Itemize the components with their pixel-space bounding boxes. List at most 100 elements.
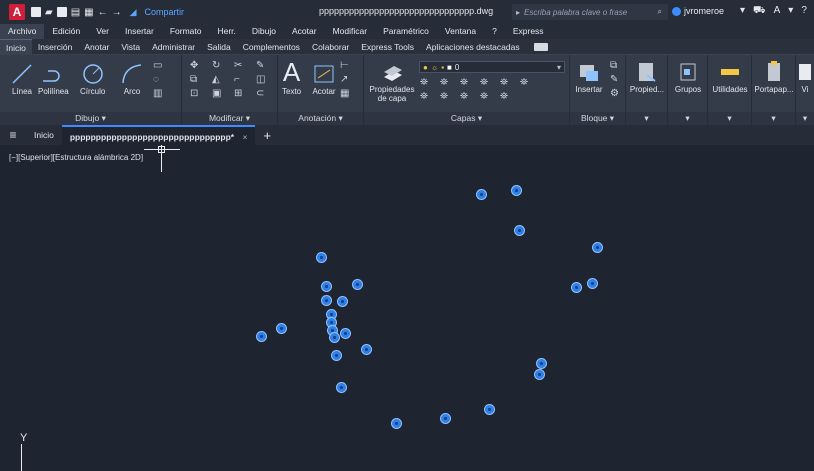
plot-icon[interactable]: ▦ [84, 7, 93, 18]
layer-tool-1-icon[interactable]: ⛯ [420, 77, 434, 88]
array-icon[interactable]: ⊞ [234, 88, 250, 99]
panel-label-utilities[interactable]: ▾ [708, 112, 751, 125]
layer-tool-10-icon[interactable]: ⛯ [480, 91, 494, 102]
point-marker[interactable] [361, 344, 372, 355]
erase-icon[interactable]: ✎ [256, 60, 272, 71]
point-marker[interactable] [536, 358, 547, 369]
panel-label-capas[interactable]: Capas ▾ [364, 112, 569, 125]
save-as-icon[interactable]: ▤ [71, 7, 80, 18]
close-icon[interactable]: × [242, 132, 247, 142]
tab-complementos[interactable]: Complementos [237, 39, 306, 55]
move-icon[interactable]: ✥ [190, 60, 206, 71]
menu-ventana[interactable]: Ventana [437, 24, 484, 39]
edit-block-icon[interactable]: ✎ [610, 74, 619, 85]
autodesk-icon[interactable]: A [774, 5, 781, 18]
point-marker[interactable] [571, 282, 582, 293]
share-button[interactable]: Compartir [145, 7, 185, 17]
search-box[interactable]: ▸ Escriba palabra clave o frase ⌕ [512, 4, 668, 20]
point-marker[interactable] [331, 350, 342, 361]
mirror-icon[interactable]: ◭ [212, 74, 228, 85]
panel-label-bloque[interactable]: Bloque ▾ [570, 112, 625, 125]
menu-parametrico[interactable]: Paramétrico [375, 24, 437, 39]
save-icon[interactable] [56, 7, 67, 17]
point-marker[interactable] [592, 242, 603, 253]
clipboard-tool[interactable]: Portapap... [752, 59, 796, 94]
tab-salida[interactable]: Salida [201, 39, 237, 55]
undo-icon[interactable]: ← [98, 7, 108, 18]
point-marker[interactable] [321, 295, 332, 306]
point-marker[interactable] [484, 404, 495, 415]
rotate-icon[interactable]: ↻ [212, 60, 228, 71]
leader-icon[interactable]: ↗ [340, 74, 349, 85]
panel-label-anotacion[interactable]: Anotación ▾ [278, 112, 363, 125]
ribbon-options-icon[interactable] [533, 42, 548, 51]
menu-icon[interactable]: ≡ [0, 128, 26, 142]
point-marker[interactable] [391, 418, 402, 429]
tab-anotar[interactable]: Anotar [78, 39, 115, 55]
tab-administrar[interactable]: Administrar [146, 39, 201, 55]
menu-formato[interactable]: Formato [162, 24, 210, 39]
properties-tool[interactable]: Propied... [626, 59, 668, 94]
point-marker[interactable] [352, 279, 363, 290]
new-tab-icon[interactable]: + [263, 128, 271, 143]
point-marker[interactable] [534, 369, 545, 380]
linear-dim-icon[interactable]: ⊢ [340, 60, 349, 71]
point-marker[interactable] [440, 413, 451, 424]
layer-tool-11-icon[interactable]: ⛯ [500, 91, 514, 102]
view-tool[interactable]: Vi [796, 59, 814, 94]
layer-tool-8-icon[interactable]: ⛯ [440, 91, 454, 102]
panel-label-clipboard[interactable]: ▾ [752, 112, 795, 125]
tab-inicio[interactable]: Inicio [0, 38, 32, 55]
hatch-icon[interactable]: ▥ [153, 88, 162, 99]
table-icon[interactable]: ▦ [340, 88, 349, 99]
point-marker[interactable] [256, 331, 267, 342]
layer-dropdown[interactable]: ● ☼ ▪ ■ 0 ▾ [419, 61, 565, 73]
point-marker[interactable] [329, 332, 340, 343]
dropdown-icon[interactable]: ▾ [740, 5, 745, 18]
point-marker[interactable] [336, 382, 347, 393]
groups-tool[interactable]: Grupos [668, 59, 708, 94]
utilities-tool[interactable]: Utilidades [708, 59, 752, 94]
point-marker[interactable] [340, 328, 351, 339]
point-marker[interactable] [337, 296, 348, 307]
layer-tool-6-icon[interactable]: ⛯ [520, 77, 534, 88]
tab-express-tools[interactable]: Express Tools [355, 39, 420, 55]
panel-label-groups[interactable]: ▾ [668, 112, 707, 125]
new-icon[interactable] [31, 7, 41, 17]
panel-label-modificar[interactable]: Modificar ▾ [182, 112, 277, 125]
search-icon[interactable]: ⌕ [658, 7, 662, 17]
tab-insercion[interactable]: Inserción [32, 39, 79, 55]
panel-label-properties[interactable]: ▾ [626, 112, 667, 125]
menu-herr[interactable]: Herr. [209, 24, 243, 39]
redo-icon[interactable]: → [112, 7, 122, 18]
menu-modificar[interactable]: Modificar [325, 24, 375, 39]
layer-tool-4-icon[interactable]: ⛯ [480, 77, 494, 88]
layer-tool-9-icon[interactable]: ⛯ [460, 91, 474, 102]
point-marker[interactable] [587, 278, 598, 289]
help-icon[interactable]: ? [801, 5, 807, 18]
offset-icon[interactable]: ⊂ [256, 88, 272, 99]
tab-active-drawing[interactable]: ppppppppppppppppppppppppppppppp* × [61, 125, 256, 145]
polyline-tool[interactable]: Polilínea [38, 61, 69, 96]
line-tool[interactable]: Línea [10, 61, 34, 96]
fillet-icon[interactable]: ⌐ [234, 74, 250, 85]
insert-tool[interactable]: Insertar [570, 59, 608, 94]
stretch-icon[interactable]: ⊡ [190, 88, 206, 99]
point-marker[interactable] [476, 189, 487, 200]
layer-properties-tool[interactable]: Propiedades de capa [368, 59, 416, 103]
dimension-tool[interactable]: Acotar [312, 61, 336, 96]
layer-tool-2-icon[interactable]: ⛯ [440, 77, 454, 88]
share-icon[interactable]: ◢ [130, 7, 137, 18]
tab-colaborar[interactable]: Colaborar [306, 39, 355, 55]
menu-dibujo[interactable]: Dibujo [244, 24, 284, 39]
panel-label-dibujo[interactable]: Dibujo ▾ [0, 112, 181, 125]
layer-tool-3-icon[interactable]: ⛯ [460, 77, 474, 88]
app-menu-button[interactable]: A [9, 4, 25, 20]
scale-icon[interactable]: ▣ [212, 88, 228, 99]
create-block-icon[interactable]: ⧉ [610, 60, 619, 71]
rectangle-icon[interactable]: ▭ [153, 60, 162, 71]
menu-ver[interactable]: Ver [88, 24, 117, 39]
explode-icon[interactable]: ◫ [256, 74, 272, 85]
point-marker[interactable] [511, 185, 522, 196]
panel-label-view[interactable]: ▾ [796, 112, 814, 125]
